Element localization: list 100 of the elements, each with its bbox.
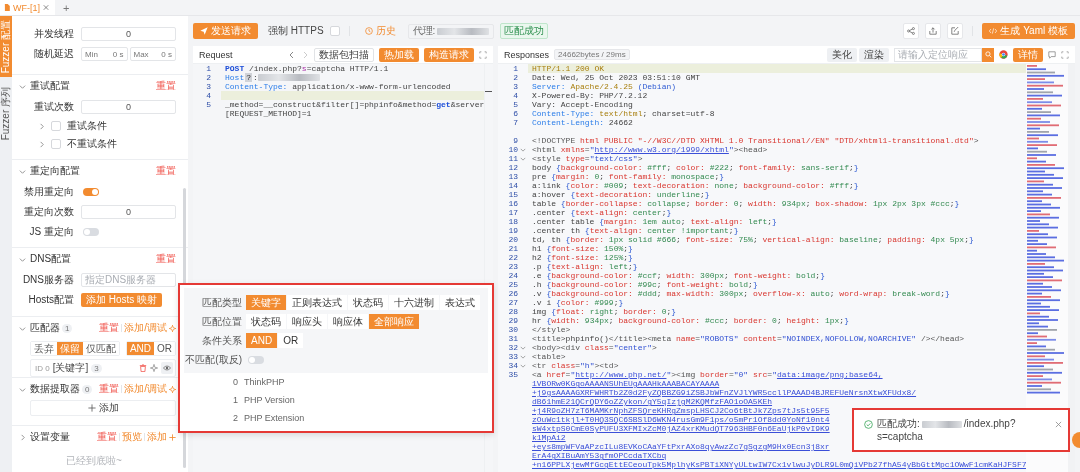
- number-field[interactable]: 0: [81, 205, 176, 219]
- add-link[interactable]: 添加: [147, 430, 167, 444]
- mascot-icon[interactable]: [1072, 432, 1080, 448]
- mode-option[interactable]: 保留: [57, 341, 83, 355]
- option-button[interactable]: 十六进制: [389, 295, 439, 310]
- sparkle-icon[interactable]: [150, 364, 158, 372]
- code-line: .center {text-align: center;}: [531, 208, 672, 217]
- close-icon[interactable]: [1055, 421, 1062, 428]
- toggle-switch[interactable]: [83, 228, 99, 236]
- browser-icon[interactable]: [999, 50, 1008, 59]
- checkbox[interactable]: [329, 26, 340, 36]
- chevron-icon[interactable]: [19, 255, 26, 263]
- code-line: pre {margin: 0; font-family: monospace;}: [531, 172, 725, 181]
- option-button[interactable]: AND: [246, 333, 278, 348]
- scrollbar[interactable]: [1068, 64, 1075, 472]
- toolbar-button[interactable]: 构造请求: [424, 47, 474, 62]
- preview-link[interactable]: 预览: [122, 430, 142, 444]
- option-button[interactable]: 正则表达式: [287, 295, 347, 310]
- number-field[interactable]: 0: [81, 27, 176, 41]
- code-line: .p {text-align: left;}: [531, 262, 638, 271]
- details-button[interactable]: 详情: [1013, 47, 1043, 62]
- option-button[interactable]: 响应头: [287, 314, 327, 329]
- expand-icon[interactable]: [479, 50, 487, 59]
- fold-chevron-icon[interactable]: [520, 362, 526, 369]
- search-button[interactable]: [982, 47, 994, 62]
- dns-server-field[interactable]: 指定DNS服务器: [81, 273, 176, 287]
- toolbar-button[interactable]: 热加载: [379, 47, 419, 62]
- fold-chevron-icon[interactable]: [520, 344, 526, 351]
- export-icon[interactable]: [925, 23, 942, 39]
- section-title: DNS配置: [30, 252, 72, 266]
- line-number: 29: [508, 316, 518, 325]
- mode-option[interactable]: 丢弃: [31, 341, 57, 355]
- send-request-button[interactable]: 发送请求: [193, 23, 258, 39]
- reset-link[interactable]: 重置: [156, 252, 176, 266]
- code-line: a:hover {text-decoration: underline;}: [531, 190, 710, 199]
- chevron-icon[interactable]: [19, 167, 26, 175]
- code-line: <tr class="h"><td>: [531, 361, 619, 370]
- chevron-icon[interactable]: [19, 433, 26, 441]
- number-field[interactable]: 0: [81, 100, 176, 114]
- checkbox[interactable]: [51, 121, 61, 131]
- add-extractor-button[interactable]: 添加: [30, 400, 176, 416]
- max-delay-field[interactable]: Max 0 s: [129, 47, 176, 61]
- trash-icon[interactable]: [139, 364, 147, 372]
- expand-icon[interactable]: [1061, 50, 1069, 59]
- option-button[interactable]: 全部响应: [369, 314, 419, 329]
- view-mode-button[interactable]: 美化: [827, 47, 857, 62]
- file-tab[interactable]: WF-[1]: [0, 0, 55, 15]
- edit-icon[interactable]: [947, 23, 964, 39]
- mode-option[interactable]: 仅匹配: [83, 341, 119, 355]
- search-field[interactable]: 请输入定位响应: [894, 47, 982, 62]
- proxy-field[interactable]: 代理:: [407, 23, 495, 39]
- code-line: .center table {margin: 1em auto; text-align: left;}: [531, 217, 777, 226]
- chevron-icon[interactable]: [38, 140, 45, 148]
- add-debug-link[interactable]: 添加/调试: [124, 321, 167, 335]
- chevron-icon[interactable]: [19, 82, 26, 90]
- checkbox[interactable]: [51, 139, 61, 149]
- share-icon[interactable]: [903, 23, 920, 39]
- eye-button[interactable]: [161, 362, 173, 374]
- section-title: 重定向配置: [30, 164, 80, 178]
- chevron-icon[interactable]: [19, 385, 26, 393]
- toggle-switch[interactable]: [83, 188, 99, 196]
- logic-option[interactable]: OR: [154, 341, 175, 355]
- min-delay-field[interactable]: Min 0 s: [81, 47, 128, 61]
- side-tab[interactable]: Fuzzer 序列: [0, 83, 12, 145]
- toggle-switch[interactable]: [248, 355, 264, 364]
- fold-chevron-icon[interactable]: [520, 146, 526, 153]
- fold-chevron-icon[interactable]: [520, 155, 526, 162]
- option-button[interactable]: 状态码: [348, 295, 388, 310]
- add-debug-link[interactable]: 添加/调试: [124, 382, 167, 396]
- toolbar-button[interactable]: 数据包扫描: [314, 47, 374, 62]
- code-line: .center th {text-align: center !important;}: [531, 226, 739, 235]
- view-mode-button[interactable]: 渲染: [859, 47, 889, 62]
- matcher-card[interactable]: ID 0 [关键字] 3: [30, 359, 176, 377]
- history-button[interactable]: 历史: [358, 23, 402, 39]
- option-button[interactable]: 关键字: [246, 295, 286, 310]
- generate-yaml-button[interactable]: 生成 Yaml 模板: [982, 23, 1075, 39]
- reset-link[interactable]: 重置: [156, 164, 176, 178]
- chevron-icon[interactable]: [19, 324, 26, 332]
- chevron-icon[interactable]: [38, 122, 45, 130]
- chevron-left-icon[interactable]: [288, 50, 296, 59]
- close-icon[interactable]: [43, 4, 49, 11]
- add-tab-button[interactable]: +: [55, 0, 78, 15]
- option-button[interactable]: 状态码: [246, 314, 286, 329]
- reset-link[interactable]: 重置: [99, 321, 120, 335]
- add-hosts-button[interactable]: 添加 Hosts 映射: [81, 293, 163, 307]
- response-size-badge: 24662bytes / 29ms: [554, 49, 630, 60]
- plus-icon[interactable]: [169, 433, 176, 441]
- chevron-right-icon[interactable]: [301, 50, 309, 59]
- option-button[interactable]: OR: [278, 333, 304, 348]
- reset-link[interactable]: 重置: [97, 430, 117, 444]
- reset-link[interactable]: 重置: [156, 79, 176, 93]
- option-button[interactable]: 响应体: [328, 314, 368, 329]
- fold-chevron-icon[interactable]: [520, 353, 526, 360]
- reset-link[interactable]: 重置: [99, 382, 120, 396]
- logic-option[interactable]: AND: [126, 341, 154, 355]
- code-line: a:link {color: #009; text-decoration: none; background-color: #fff;}: [531, 181, 859, 190]
- comment-icon[interactable]: [1048, 50, 1056, 59]
- option-button[interactable]: 表达式: [440, 295, 480, 310]
- side-tab[interactable]: Fuzzer 配置: [0, 16, 12, 78]
- line-number: 6: [513, 109, 518, 118]
